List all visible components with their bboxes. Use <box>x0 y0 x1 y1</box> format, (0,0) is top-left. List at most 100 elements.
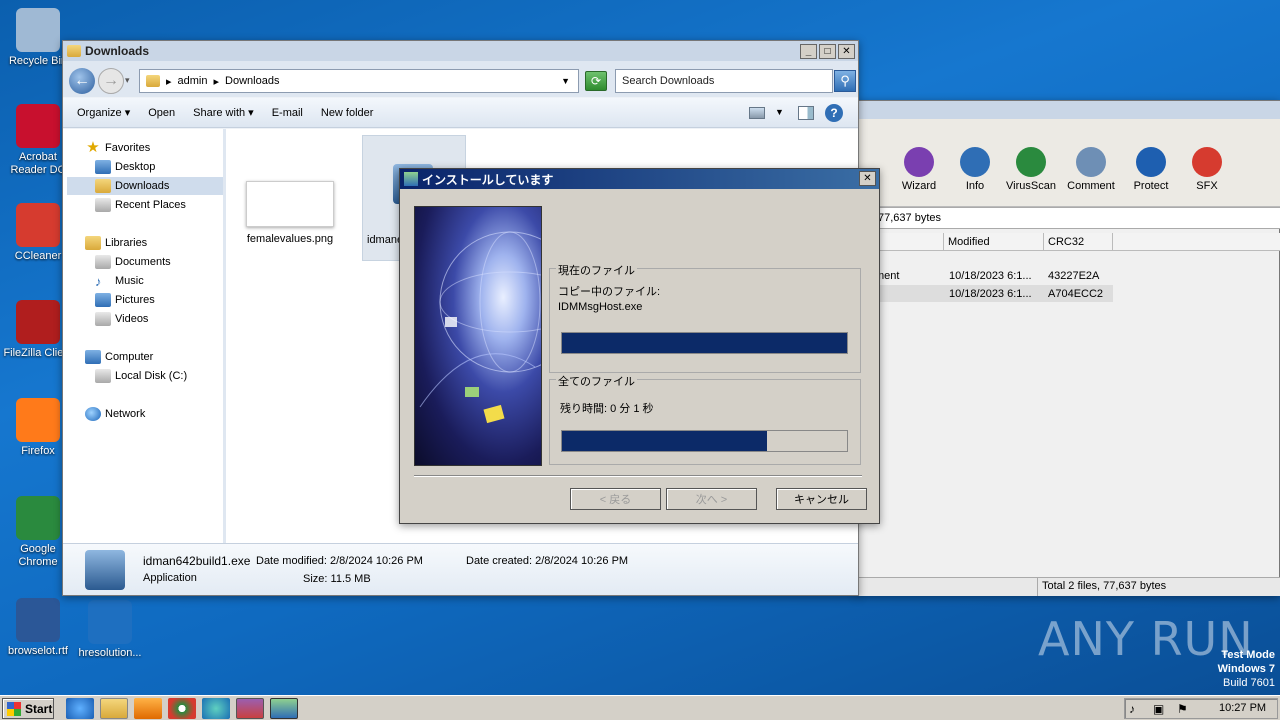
breadcrumb-downloads[interactable]: Downloads <box>225 75 279 87</box>
new-folder-button[interactable]: New folder <box>321 107 374 119</box>
forward-button[interactable]: → <box>98 68 124 94</box>
cancel-button[interactable]: キャンセル <box>776 488 867 510</box>
details-file-type: Application <box>143 572 197 584</box>
file-item[interactable]: femalevalues.png <box>240 181 340 245</box>
nav-documents-label: Documents <box>115 256 171 268</box>
close-button[interactable]: ✕ <box>838 43 855 59</box>
organize-button[interactable]: Organize ▾ <box>77 106 130 119</box>
chrome-taskbar-icon[interactable] <box>168 698 196 719</box>
media-player-taskbar-icon[interactable] <box>134 698 162 719</box>
nav-recent-places-label: Recent Places <box>115 199 186 211</box>
archiver-toolbar-comment[interactable]: Comment <box>1065 147 1117 192</box>
nav-computer[interactable]: Computer <box>85 348 153 366</box>
sfx-icon <box>1192 147 1222 177</box>
help-icon[interactable]: ? <box>825 104 843 122</box>
archiver-address[interactable]: 77,637 bytes <box>857 207 1280 229</box>
filezilla-icon <box>16 300 60 344</box>
minimize-button[interactable]: _ <box>800 43 817 59</box>
network-tray-icon[interactable]: ▣ <box>1153 702 1164 716</box>
archiver-toolbar-info[interactable]: Info <box>949 147 1001 192</box>
explorer-titlebar[interactable]: Downloads _ □ ✕ <box>63 41 858 61</box>
ie-taskbar-icon[interactable] <box>66 698 94 719</box>
installer-close-button[interactable]: ✕ <box>859 171 876 186</box>
column-crc32-label: CRC32 <box>1048 236 1085 248</box>
action-center-flag-icon[interactable]: ⚑ <box>1177 702 1188 716</box>
view-options-icon[interactable] <box>749 107 765 119</box>
archive-row[interactable]: 10/18/2023 6:1... A704ECC2 <box>857 285 1113 302</box>
nav-local-disk[interactable]: Local Disk (C:) <box>95 367 187 385</box>
search-input[interactable]: Search Downloads <box>615 69 833 93</box>
archive-row[interactable]: ment 10/18/2023 6:1... 43227E2A <box>857 267 1113 284</box>
search-icon[interactable]: ⚲ <box>834 70 856 92</box>
address-dropdown-icon[interactable]: ▼ <box>561 76 570 86</box>
archiver-address-text: 77,637 bytes <box>878 212 941 224</box>
explorer-taskbar-icon[interactable] <box>100 698 128 719</box>
nav-libraries[interactable]: Libraries <box>85 234 147 252</box>
start-button[interactable]: Start <box>2 698 54 719</box>
desktop-icon-blank-file[interactable]: hresolution... <box>72 600 148 660</box>
installer-artwork <box>414 206 542 466</box>
edge-taskbar-icon[interactable] <box>202 698 230 719</box>
downloads-folder-icon <box>146 75 160 87</box>
archive-row-modified: 10/18/2023 6:1... <box>949 270 1032 282</box>
column-crc32[interactable]: CRC32 <box>1043 233 1113 251</box>
clock[interactable]: 10:27 PM <box>1219 702 1266 714</box>
image-thumbnail <box>246 181 334 227</box>
details-file-name: idman642build1.exe <box>143 554 251 568</box>
winrar-taskbar-icon[interactable] <box>236 698 264 719</box>
preview-pane-icon[interactable] <box>798 106 814 120</box>
breadcrumb-admin[interactable]: admin <box>178 75 208 87</box>
nav-desktop[interactable]: Desktop <box>95 158 155 176</box>
nav-documents[interactable]: Documents <box>95 253 171 271</box>
archiver-toolbar-wizard[interactable]: Wizard <box>893 147 945 192</box>
installer-titlebar[interactable]: インストールしています <box>400 169 879 189</box>
explorer-title: Downloads <box>85 44 150 58</box>
application-icon <box>85 550 125 590</box>
installer-app-icon <box>404 172 418 186</box>
desktop-icon-word-doc[interactable]: browselot.rtf <box>0 598 76 658</box>
nav-network[interactable]: Network <box>85 405 145 423</box>
test-mode-line: Test Mode <box>1221 649 1275 661</box>
nav-pictures[interactable]: Pictures <box>95 291 155 309</box>
recent-pages-chevron-icon[interactable]: ▾ <box>125 75 130 86</box>
open-button[interactable]: Open <box>148 107 175 119</box>
email-button[interactable]: E-mail <box>272 107 303 119</box>
archiver-toolbar-virusscan[interactable]: VirusScan <box>1005 147 1057 192</box>
date-modified-value: 2/8/2024 10:26 PM <box>330 555 423 567</box>
nav-desktop-label: Desktop <box>115 161 156 173</box>
share-with-button[interactable]: Share with ▾ <box>193 106 254 119</box>
archiver-toolbar-sfx[interactable]: SFX <box>1181 147 1233 192</box>
nav-pictures-label: Pictures <box>115 294 155 306</box>
back-button-label: < 戻る <box>599 494 632 506</box>
archive-row-crc: 43227E2A <box>1048 270 1100 282</box>
view-dropdown-icon[interactable]: ▼ <box>775 107 784 117</box>
volume-icon[interactable]: ♪ <box>1129 702 1135 716</box>
maximize-button[interactable]: □ <box>819 43 836 59</box>
taskbar: Start ♪ ▣ ⚑ 10:27 PM <box>0 695 1280 720</box>
breadcrumb[interactable]: ▸ admin ▸ Downloads ▼ <box>139 69 579 93</box>
nav-favorites[interactable]: ★ Favorites <box>85 139 150 157</box>
next-button[interactable]: 次へ > <box>666 488 757 510</box>
nav-recent-places[interactable]: Recent Places <box>95 196 186 214</box>
current-file-name: IDMMsgHost.exe <box>558 301 643 313</box>
back-button[interactable]: < 戻る <box>570 488 661 510</box>
refresh-icon[interactable]: ⟳ <box>585 71 607 91</box>
archiver-toolbar-label: Info <box>965 180 985 192</box>
start-label: Start <box>25 701 53 716</box>
archiver-status: Total 2 files, 77,637 bytes <box>1037 577 1280 596</box>
archiver-toolbar-protect[interactable]: Protect <box>1125 147 1177 192</box>
folder-icon <box>67 45 81 57</box>
archiver-window: Wizard Info VirusScan Comment Protect SFX 77,… <box>856 100 1280 596</box>
nav-downloads[interactable]: Downloads <box>67 177 223 195</box>
nav-videos[interactable]: Videos <box>95 310 148 328</box>
music-icon: ♪ <box>95 274 102 289</box>
back-button[interactable]: ← <box>69 68 95 94</box>
column-modified[interactable]: Modified <box>943 233 1043 251</box>
installer-title: インストールしています <box>422 172 554 187</box>
disk-icon <box>95 369 111 383</box>
nav-music[interactable]: ♪ Music <box>95 272 144 290</box>
navigation-pane: ★ Favorites Desktop Downloads Recent Plac… <box>63 129 223 543</box>
documents-icon <box>95 255 111 269</box>
installer-taskbar-icon[interactable] <box>270 698 298 719</box>
copying-label: コピー中のファイル: <box>558 286 661 298</box>
